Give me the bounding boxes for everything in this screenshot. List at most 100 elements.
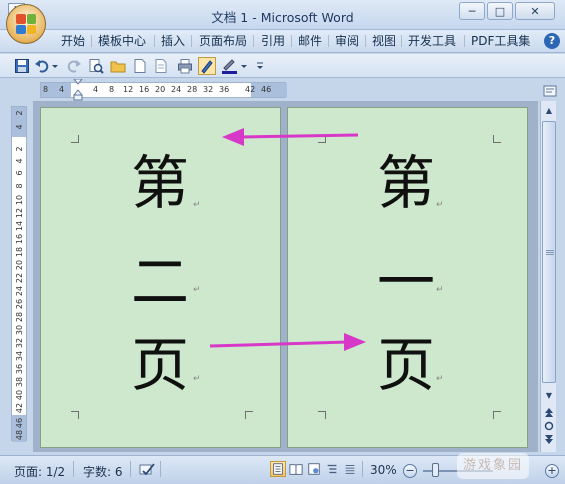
vertical-scrollbar[interactable]: ▲ ▼ [540,101,556,452]
ruler-tick: 42 [15,402,24,414]
paragraph-mark: ↵ [193,374,201,384]
next-page-icon[interactable] [542,433,556,447]
tab-separator [91,35,92,47]
page-text-line: 一 [377,248,436,316]
page-text-line: 第 [377,149,436,217]
ruler-tick: 4 [93,85,99,94]
previous-page-icon[interactable] [542,405,556,419]
horizontal-ruler[interactable]: 8 4 4 8 12 16 20 24 28 32 36 42 46 [40,79,287,101]
quick-print-icon[interactable] [177,58,193,74]
web-layout-view-icon[interactable] [306,461,322,477]
draw-table-icon[interactable] [198,57,216,75]
window-controls: ─ □ ✕ [459,2,555,20]
paragraph-mark: ↵ [193,285,201,295]
tab-page-layout[interactable]: 页面布局 [199,33,247,49]
zoom-out-button[interactable]: − [403,464,417,478]
minimize-button[interactable]: ─ [459,2,485,20]
ruler-tick: 8 [109,85,115,94]
margin-corner-mark [493,135,501,143]
ruler-tick: 8 [43,85,49,94]
close-button[interactable]: ✕ [515,2,555,20]
tab-separator [291,35,292,47]
full-screen-reading-view-icon[interactable] [288,461,304,477]
ruler-tick: 20 [155,85,166,94]
status-separator [73,461,74,477]
vertical-ruler[interactable]: 2 4 2 4 6 8 10 12 14 16 18 20 22 24 26 2… [11,106,27,442]
proofing-icon[interactable] [138,462,156,478]
view-ruler-icon[interactable] [543,84,557,98]
redo-icon[interactable] [66,58,82,74]
ruler-tick: 36 [219,85,230,94]
tab-view[interactable]: 视图 [372,33,396,49]
ribbon-tabs: 开始 模板中心 插入 页面布局 引用 邮件 审阅 视图 开发工具 PDF工具集 … [0,30,565,53]
paragraph-mark: ↵ [193,200,201,210]
page-text-line: 二 [131,248,190,316]
undo-icon[interactable] [34,58,50,74]
zoom-slider-knob[interactable] [432,463,439,477]
draft-view-icon[interactable] [342,461,358,477]
customize-toolbar-icon[interactable] [255,58,265,74]
save-icon[interactable] [14,58,30,74]
paragraph-mark: ↵ [436,285,444,295]
margin-corner-mark [71,135,79,143]
page-1[interactable]: 第 ↵ 一 ↵ 页 ↵ [287,107,528,448]
tab-separator [401,35,402,47]
tab-template-center[interactable]: 模板中心 [98,33,146,49]
paragraph-mark: ↵ [436,374,444,384]
page-text-line: 第 [131,149,190,217]
scroll-up-button[interactable]: ▲ [542,104,556,118]
ruler-tick: 4 [59,85,65,94]
ruler-tick: 12 [123,85,134,94]
word-count-status[interactable]: 字数: 6 [83,463,123,480]
tab-developer[interactable]: 开发工具 [408,33,456,49]
margin-corner-mark [71,411,79,419]
tab-separator [365,35,366,47]
tab-review[interactable]: 审阅 [335,33,359,49]
document-area[interactable]: 第 ↵ 二 ↵ 页 ↵ 第 ↵ 一 ↵ 页 ↵ [33,101,538,452]
page-text-line: 页 [377,331,436,399]
pen-color-icon[interactable] [221,58,239,74]
tab-separator [253,35,254,47]
margin-corner-mark [493,411,501,419]
page-count-status[interactable]: 页面: 1/2 [14,463,65,480]
status-separator [130,461,131,477]
zoom-in-button[interactable]: + [545,464,559,478]
margin-corner-mark [245,411,253,419]
tab-references[interactable]: 引用 [261,33,285,49]
status-separator [362,461,363,477]
ruler-tick: 24 [171,85,182,94]
tab-mailings[interactable]: 邮件 [298,33,322,49]
page-2[interactable]: 第 ↵ 二 ↵ 页 ↵ [40,107,281,448]
indent-marker-icon[interactable] [73,79,83,101]
office-button[interactable] [6,4,46,44]
select-browse-object-icon[interactable] [542,419,556,433]
scroll-down-button[interactable]: ▼ [542,389,556,403]
status-separator [160,461,161,477]
tab-insert[interactable]: 插入 [161,33,185,49]
tab-pdf-tools[interactable]: PDF工具集 [471,33,530,49]
pen-color-dropdown-icon[interactable] [240,58,248,74]
title-bar: 文档 1 - Microsoft Word ─ □ ✕ [0,0,565,30]
zoom-level[interactable]: 30% [370,463,397,477]
tab-separator [328,35,329,47]
undo-dropdown-icon[interactable] [51,58,59,74]
print-preview-icon[interactable] [88,58,104,74]
ruler-tick: 28 [187,85,198,94]
ruler-tick: 32 [203,85,214,94]
tab-home[interactable]: 开始 [61,33,85,49]
ruler-tick: 16 [139,85,150,94]
blank-page-icon[interactable] [153,58,169,74]
tab-separator [154,35,155,47]
paragraph-mark: ↵ [436,200,444,210]
help-icon[interactable]: ? [544,33,560,49]
ruler-tick: 42 [245,85,256,94]
print-layout-view-icon[interactable] [270,461,286,477]
open-folder-icon[interactable] [110,58,126,74]
outline-view-icon[interactable] [324,461,340,477]
maximize-button[interactable]: □ [487,2,513,20]
tab-separator [191,35,192,47]
scroll-thumb[interactable] [542,121,556,383]
ruler-tick: 4 [15,124,24,130]
tab-separator [464,35,465,47]
new-document-icon[interactable] [132,58,148,74]
